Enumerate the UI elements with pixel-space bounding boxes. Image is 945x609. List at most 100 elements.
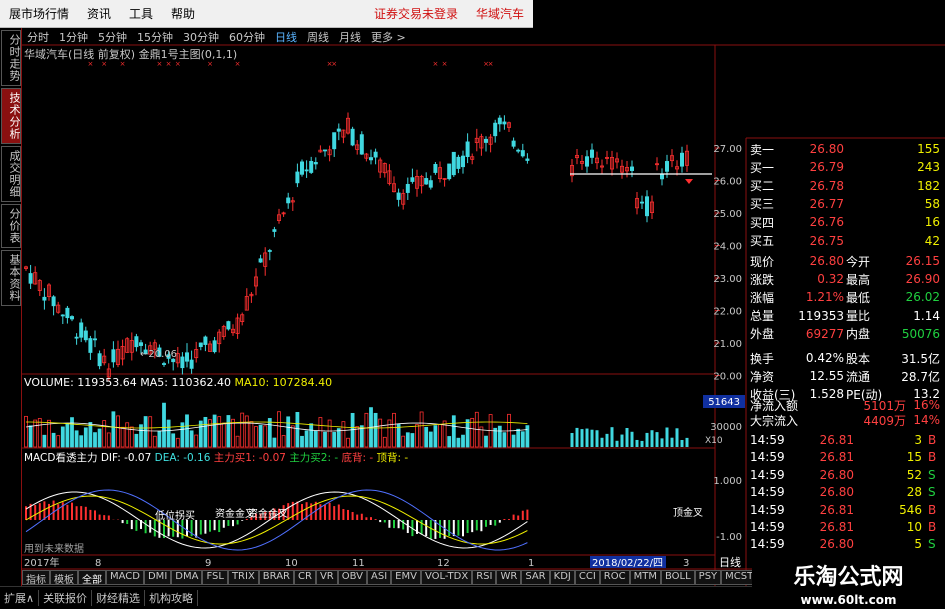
stat-label: 最高 — [846, 272, 871, 287]
indicator-tab[interactable]: BRAR — [258, 570, 294, 585]
volume-bar — [415, 424, 419, 448]
indicator-tab[interactable]: 指标 — [22, 570, 50, 586]
candle-body — [428, 180, 433, 188]
volume-bar — [336, 428, 341, 448]
volume-bar — [272, 437, 277, 448]
volume-bar — [56, 435, 61, 448]
macd-line3 — [25, 489, 528, 551]
stat-label: 现价 — [750, 254, 775, 269]
candle-body — [79, 322, 84, 338]
volume-bar — [304, 430, 309, 448]
flow-label: 大宗流入 — [750, 413, 799, 428]
volume-bar — [88, 422, 93, 448]
indicator-tab[interactable]: BOLL — [660, 570, 695, 585]
volume-bar — [625, 428, 629, 447]
indicator-tab[interactable]: MTM — [629, 570, 661, 585]
finance-select-tab[interactable]: 财经精选 — [92, 590, 146, 606]
indicator-tab[interactable]: VR — [315, 570, 338, 585]
candle-body — [447, 163, 452, 180]
volume-bar — [162, 402, 166, 448]
order-label: 买五 — [750, 234, 775, 248]
tick-time: 14:59 — [750, 537, 785, 552]
volume-bar — [675, 428, 679, 447]
expand-tab[interactable]: 扩展∧ — [0, 590, 40, 606]
candle-body — [203, 336, 208, 345]
volume-bar — [660, 438, 664, 447]
indicator-tab[interactable]: DMI — [143, 570, 172, 585]
volume-ma10: MA10: 107284.40 — [234, 376, 333, 389]
indicator-tab[interactable]: CR — [294, 570, 316, 585]
candle-body — [456, 156, 461, 169]
indicator-tab[interactable]: 全部 — [78, 570, 106, 586]
date-axis-label: 3 — [683, 558, 689, 569]
indicator-tab[interactable]: KDJ — [549, 570, 575, 585]
order-book-row: 买五 26.75 42 — [746, 232, 941, 250]
volume-bar — [650, 430, 654, 447]
candle-body — [493, 122, 498, 137]
indicator-tab[interactable]: SAR — [521, 570, 550, 585]
order-volume: 155 — [917, 142, 940, 156]
indicator-tab[interactable]: EMV — [391, 570, 421, 585]
indicator-tab[interactable]: DMA — [171, 570, 203, 585]
volume-bar — [290, 425, 295, 448]
volume-bar — [595, 430, 599, 447]
tick-row: 14:59 26.80 52 S — [746, 466, 941, 484]
tick-price: 26.80 — [819, 467, 854, 482]
indicator-tab[interactable]: ROC — [599, 570, 630, 585]
low-price-label: ←20.06 — [140, 349, 177, 360]
order-price: 26.78 — [809, 178, 844, 193]
volume-bar — [125, 422, 130, 448]
volume-bar — [410, 433, 415, 448]
candle-body — [665, 161, 670, 172]
volume-bar — [332, 432, 337, 448]
candle-body — [304, 169, 309, 172]
volume-bar — [615, 440, 619, 447]
stat-label: 总量 — [750, 309, 775, 324]
related-quote-tab[interactable]: 关联报价 — [39, 590, 93, 606]
stat-value: 28.7亿 — [901, 369, 940, 384]
indicator-tab[interactable]: MACD — [106, 570, 144, 585]
volume-bar — [267, 418, 272, 448]
order-volume: 16 — [924, 215, 940, 230]
indicator-tab[interactable]: TRIX — [227, 570, 259, 585]
volume-bar — [65, 423, 70, 448]
volume-bar — [97, 428, 102, 448]
indicator-tab[interactable]: WR — [496, 570, 522, 585]
volume-bar — [83, 427, 88, 448]
volume-bar — [189, 430, 194, 448]
candle-body — [645, 196, 650, 217]
order-book-row: 卖一 26.80 155 — [746, 140, 941, 158]
candle-body — [483, 138, 488, 143]
candle-body — [525, 158, 530, 161]
indicator-tab[interactable]: OBV — [337, 570, 367, 585]
stat-label: 换手 — [750, 351, 775, 366]
volume-bar — [263, 425, 268, 448]
stat-value: 26.02 — [905, 290, 940, 305]
volume-bar — [465, 419, 470, 448]
candle-body — [359, 134, 364, 155]
tick-volume: 5 — [914, 537, 922, 552]
institution-tab[interactable]: 机构攻略 — [145, 590, 199, 606]
order-volume: 243 — [917, 160, 940, 175]
indicator-tab[interactable]: CCI — [574, 570, 600, 585]
tick-row: 14:59 26.81 10 B — [746, 518, 941, 536]
indicator-tab[interactable]: ASI — [367, 570, 392, 585]
stat-value: 26.90 — [905, 272, 940, 287]
indicator-tab[interactable]: RSI — [472, 570, 497, 585]
indicator-tab[interactable]: FSL — [202, 570, 228, 585]
volume-bar — [447, 436, 452, 448]
indicator-tab[interactable]: VOL-TDX — [420, 570, 473, 585]
tick-row: 14:59 26.81 3 B — [746, 431, 941, 449]
volume-bar — [433, 425, 438, 448]
macd-dea-line — [25, 495, 528, 545]
volume-bar — [102, 420, 107, 448]
tick-volume: 15 — [906, 450, 922, 465]
flow-row: 大宗流入 4409万 14% — [746, 411, 941, 429]
indicator-tab[interactable]: 模板 — [50, 570, 78, 586]
indicator-tab[interactable]: PSY — [694, 570, 722, 585]
volume-bar — [405, 432, 410, 448]
candle-body — [640, 201, 645, 204]
tick-volume: 28 — [906, 485, 922, 500]
candle-body — [410, 177, 415, 182]
date-axis-label: 9 — [205, 558, 211, 569]
